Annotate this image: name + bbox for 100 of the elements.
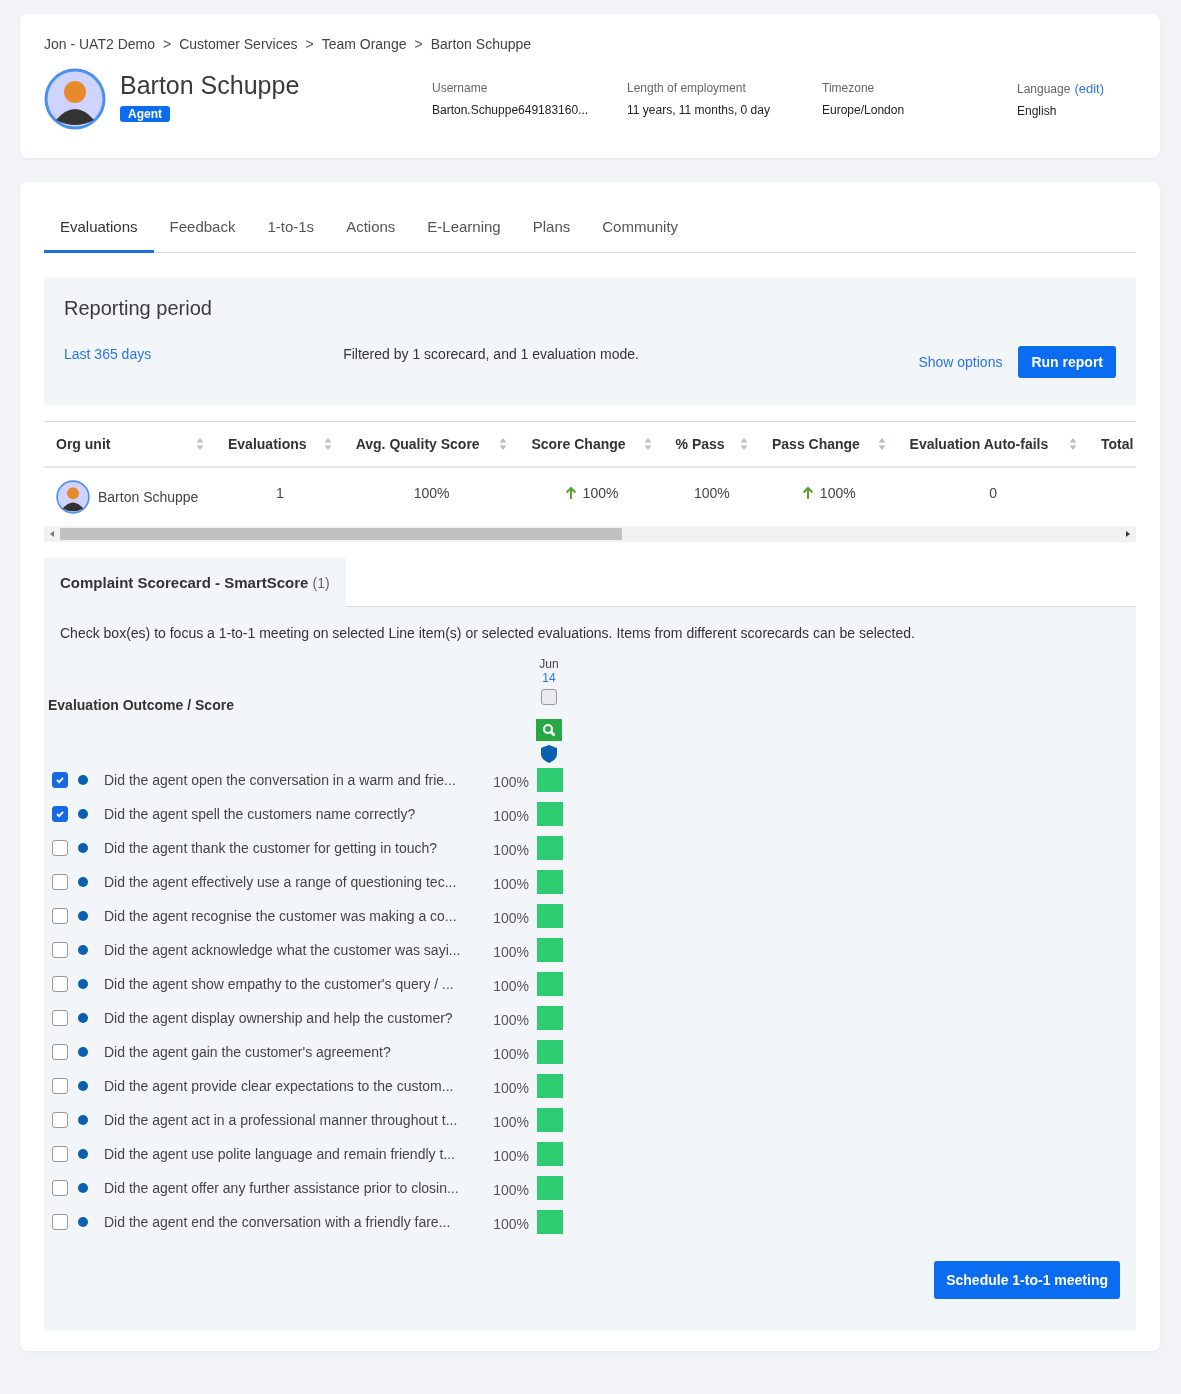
- line-item-text[interactable]: Did the agent recognise the customer was making a co...: [104, 908, 479, 924]
- tab[interactable]: Actions: [330, 206, 412, 253]
- checkbox[interactable]: [52, 772, 68, 788]
- tab[interactable]: 1-to-1s: [251, 206, 331, 253]
- line-item-text[interactable]: Did the agent end the conversation with a friendly fare...: [104, 1214, 479, 1230]
- line-item-text[interactable]: Did the agent effectively use a range of questioning tec...: [104, 874, 479, 890]
- tab[interactable]: E-Learning: [411, 206, 517, 253]
- shield-icon: [541, 745, 557, 763]
- sort-icon[interactable]: [499, 437, 508, 451]
- sort-icon[interactable]: [323, 437, 332, 451]
- score-text: 100%: [492, 910, 529, 926]
- tab[interactable]: Plans: [516, 206, 587, 253]
- search-icon[interactable]: [536, 719, 562, 741]
- line-item-text[interactable]: Did the agent thank the customer for getting in touch?: [104, 840, 479, 856]
- checkbox[interactable]: [52, 1180, 68, 1196]
- score-tile[interactable]: [537, 870, 563, 894]
- column-header[interactable]: Avg. Quality Score: [355, 436, 480, 452]
- line-item-text[interactable]: Did the agent offer any further assistance prior to closin...: [104, 1180, 479, 1196]
- checkbox[interactable]: [52, 806, 68, 822]
- schedule-meeting-button[interactable]: Schedule 1-to-1 meeting: [934, 1261, 1120, 1299]
- line-item-text[interactable]: Did the agent spell the customers name correctly?: [104, 806, 479, 822]
- column-header[interactable]: Org unit: [56, 436, 111, 452]
- tab[interactable]: Evaluations: [44, 206, 154, 253]
- score-tile[interactable]: [537, 904, 563, 928]
- bullet-icon: [78, 877, 88, 887]
- run-report-button[interactable]: Run report: [1018, 346, 1116, 378]
- period-link[interactable]: Last 365 days: [64, 346, 152, 362]
- checkbox[interactable]: [52, 1078, 68, 1094]
- line-item-text[interactable]: Did the agent gain the customer's agreement?: [104, 1044, 479, 1060]
- line-item-text[interactable]: Did the agent act in a professional manner throughout t...: [104, 1112, 479, 1128]
- scroll-left-icon[interactable]: [50, 531, 54, 537]
- line-item-text[interactable]: Did the agent display ownership and help the customer?: [104, 1010, 479, 1026]
- tab[interactable]: Community: [586, 206, 695, 253]
- sort-icon[interactable]: [196, 437, 204, 451]
- column-header[interactable]: Evaluations: [228, 436, 307, 452]
- field-label: Timezone: [822, 80, 875, 95]
- date-month: Jun: [539, 657, 559, 671]
- sort-icon[interactable]: [1068, 437, 1077, 451]
- table-cell: 100%: [413, 485, 450, 501]
- line-item-text[interactable]: Did the agent use polite language and remain friendly t...: [104, 1146, 479, 1162]
- line-item-text[interactable]: Did the agent acknowledge what the customer was sayi...: [104, 942, 479, 958]
- field-label: Username: [432, 80, 488, 95]
- column-header[interactable]: Evaluation Auto-fails: [909, 436, 1049, 452]
- breadcrumb-link[interactable]: Customer Services: [179, 36, 298, 52]
- bullet-icon: [78, 1183, 88, 1193]
- avatar-icon: [44, 68, 106, 130]
- score-tile[interactable]: [537, 972, 563, 996]
- tab[interactable]: Feedback: [153, 206, 252, 253]
- column-header[interactable]: Total: [1100, 436, 1134, 452]
- breadcrumb-link[interactable]: Team Orange: [321, 36, 407, 52]
- bullet-icon: [78, 775, 88, 785]
- bullet-icon: [78, 945, 88, 955]
- checkbox[interactable]: [52, 1214, 68, 1230]
- checkbox[interactable]: [52, 1146, 68, 1162]
- score-tile[interactable]: [537, 1006, 563, 1030]
- checkbox[interactable]: [541, 689, 557, 705]
- checkbox[interactable]: [52, 840, 68, 856]
- line-item-text[interactable]: Did the agent show empathy to the customer's query / ...: [104, 976, 479, 992]
- score-text: 100%: [492, 842, 529, 858]
- column-header[interactable]: Pass Change: [772, 436, 860, 452]
- column-header[interactable]: % Pass: [675, 436, 725, 452]
- line-item-text[interactable]: Did the agent open the conversation in a warm and frie...: [104, 772, 479, 788]
- sort-icon[interactable]: [877, 437, 886, 451]
- breadcrumb-separator: >: [163, 36, 172, 52]
- line-item-text[interactable]: Did the agent provide clear expectations to the custom...: [104, 1078, 479, 1094]
- sort-icon[interactable]: [740, 437, 748, 451]
- column-header[interactable]: Score Change: [531, 436, 626, 452]
- score-tile[interactable]: [537, 802, 563, 826]
- score-tile[interactable]: [537, 1040, 563, 1064]
- checkbox[interactable]: [52, 1010, 68, 1026]
- checkbox[interactable]: [52, 908, 68, 924]
- checkbox[interactable]: [52, 976, 68, 992]
- breadcrumb-link[interactable]: Barton Schuppe: [430, 36, 532, 52]
- show-options-link[interactable]: Show options: [918, 354, 1003, 370]
- score-tile[interactable]: [537, 768, 563, 792]
- bullet-icon: [78, 1115, 88, 1125]
- score-tile[interactable]: [537, 1142, 563, 1166]
- checkbox[interactable]: [52, 1044, 68, 1060]
- scroll-right-icon[interactable]: [1126, 531, 1130, 537]
- score-tile[interactable]: [537, 1176, 563, 1200]
- filter-text: Filtered by 1 scorecard, and 1 evaluation mode.: [343, 346, 639, 362]
- table-cell: 1: [275, 485, 284, 501]
- checkbox[interactable]: [52, 1112, 68, 1128]
- table-cell: 100%: [582, 485, 619, 501]
- score-text: 100%: [492, 1080, 529, 1096]
- score-tile[interactable]: [537, 1108, 563, 1132]
- scorecard-tab[interactable]: Complaint Scorecard - SmartScore (1): [44, 558, 346, 607]
- score-tile[interactable]: [537, 938, 563, 962]
- sort-icon[interactable]: [643, 437, 652, 451]
- instructions-text: Check box(es) to focus a 1-to-1 meeting on selected Line item(s) or selected evaluations. Items from different scorecards can be selected.: [59, 625, 916, 641]
- score-tile[interactable]: [537, 836, 563, 860]
- horizontal-scrollbar[interactable]: [44, 526, 1136, 542]
- breadcrumb-link[interactable]: Jon - UAT2 Demo: [44, 36, 155, 52]
- score-tile[interactable]: [537, 1074, 563, 1098]
- checkbox[interactable]: [52, 874, 68, 890]
- bullet-icon: [78, 1149, 88, 1159]
- bullet-icon: [78, 1081, 88, 1091]
- checkbox[interactable]: [52, 942, 68, 958]
- edit-link[interactable]: (edit): [1074, 80, 1104, 96]
- score-tile[interactable]: [537, 1210, 563, 1234]
